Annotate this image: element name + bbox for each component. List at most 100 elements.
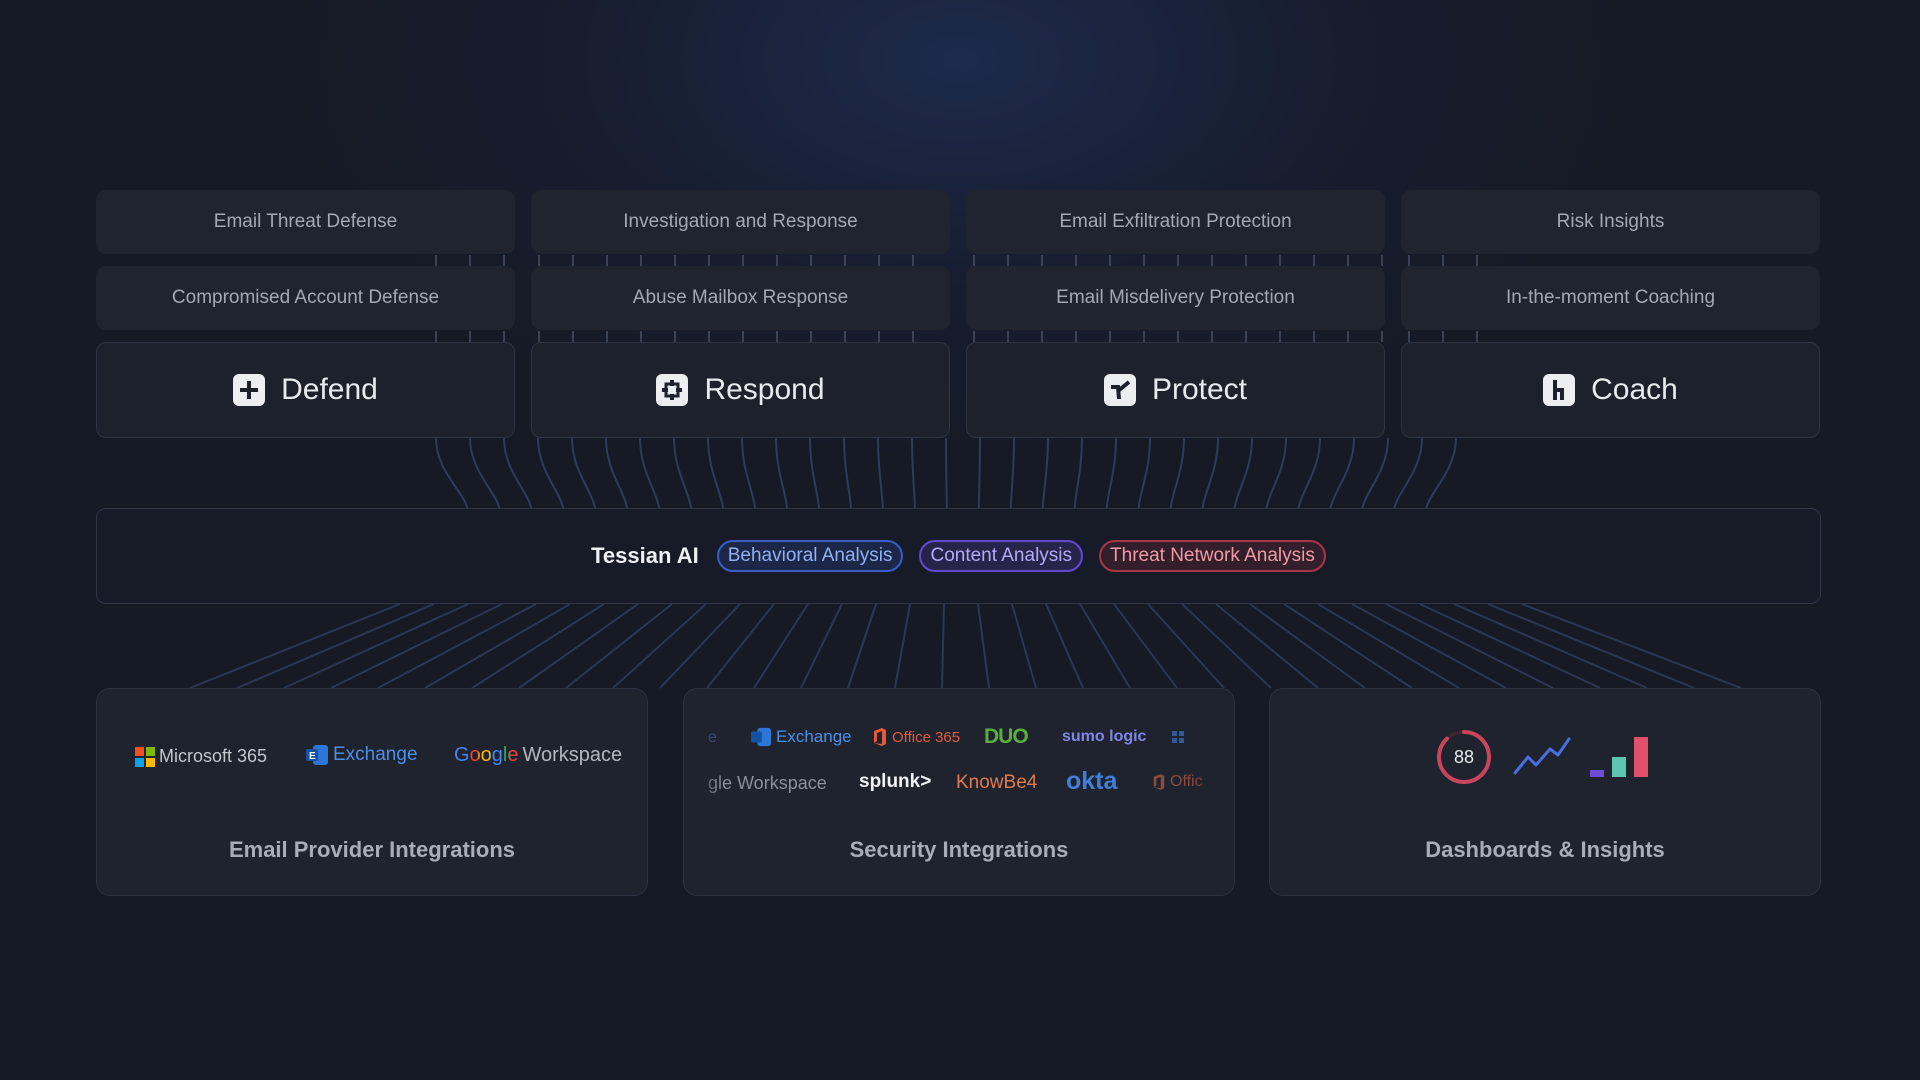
windows-logo-partial [1172, 731, 1184, 743]
logo-text-google: Google [454, 744, 519, 766]
google-workspace-logo: Google Workspace [454, 744, 622, 767]
connector-line [659, 603, 741, 689]
connector-line [1521, 603, 1742, 689]
feature-chip-investigation-and-response[interactable]: Investigation and Response [531, 190, 950, 254]
connector-line [189, 603, 401, 689]
splunk-logo: splunk> [859, 771, 931, 793]
connector-line [877, 437, 884, 509]
chip-label: Email Threat Defense [213, 211, 398, 232]
pillar-label: Protect [1151, 373, 1248, 406]
knowbe4-logo: KnowBe4 [956, 772, 1037, 794]
check-square-icon [1103, 374, 1136, 406]
duo-logo: DUO [984, 725, 1029, 749]
connector-line [1425, 437, 1457, 509]
feature-chip-email-exfiltration-protection[interactable]: Email Exfiltration Protection [966, 190, 1385, 254]
tag-behavioral-analysis[interactable]: Behavioral Analysis [716, 540, 904, 572]
bar-chart-icon [1590, 737, 1648, 777]
pillar-defend[interactable]: Defend [96, 342, 515, 438]
connector-line [283, 603, 469, 689]
connector-line [977, 437, 981, 509]
connector-line [941, 603, 945, 689]
connector-line [1181, 603, 1272, 689]
connector-line [1419, 603, 1601, 689]
connector-line [1045, 603, 1084, 689]
card-email-provider-integrations[interactable]: Microsoft 365 E Exchange Google Workspac… [96, 688, 648, 896]
chip-label: Email Misdelivery Protection [1056, 287, 1295, 308]
connector-line [639, 437, 661, 509]
connector-line [800, 603, 843, 689]
pillar-respond[interactable]: Respond [531, 342, 950, 438]
pillar-coach[interactable]: Coach [1401, 342, 1820, 438]
card-title: Dashboards & Insights [1425, 837, 1665, 862]
windows-icon [1172, 731, 1184, 743]
chip-label: Email Exfiltration Protection [1059, 211, 1292, 232]
score-value: 88 [1454, 747, 1474, 767]
connector-line [1385, 603, 1554, 689]
logo-text: Exchange [333, 744, 418, 765]
connector-line [843, 437, 852, 509]
card-security-integrations[interactable]: e Exchange Office 365 DUO sumo logic gle… [683, 688, 1235, 896]
connector-line [503, 437, 533, 509]
connector-line [753, 603, 809, 689]
logo-text: sumo logic [1062, 728, 1147, 745]
card-title: Email Provider Integrations [228, 837, 516, 862]
connector-line [1073, 437, 1083, 509]
tag-threat-network-analysis[interactable]: Threat Network Analysis [1099, 540, 1326, 572]
connector-line [847, 603, 877, 689]
connector-line [1009, 437, 1015, 509]
connector-line [469, 437, 501, 509]
connector-line [945, 437, 948, 509]
connector-line [673, 437, 693, 509]
connector-line [1105, 437, 1117, 509]
chip-label: Risk Insights [1556, 211, 1665, 232]
connector-line [537, 437, 565, 509]
connector-line [1147, 603, 1225, 689]
windows-icon [135, 746, 155, 767]
feature-chip-email-threat-defense[interactable]: Email Threat Defense [96, 190, 515, 254]
tessian-ai-bar: Tessian AI Behavioral Analysis Content A… [96, 508, 1821, 604]
connector-line [894, 603, 911, 689]
connector-line [707, 437, 725, 509]
branch-square-icon [1543, 374, 1576, 406]
logo-text: okta [1066, 767, 1118, 795]
microsoft-365-logo: Microsoft 365 [135, 746, 267, 767]
logo-text: Office 365 [892, 728, 961, 746]
feature-chip-compromised-account-defense[interactable]: Compromised Account Defense [96, 266, 515, 330]
score-gauge: 88 [1437, 730, 1491, 784]
chip-label: Compromised Account Defense [171, 287, 440, 308]
scroll-fade-left [684, 719, 724, 809]
pillar-protect[interactable]: Protect [966, 342, 1385, 438]
connector-line [571, 437, 597, 509]
trend-line-icon [1513, 737, 1571, 775]
feature-chip-abuse-mailbox-response[interactable]: Abuse Mailbox Response [531, 266, 950, 330]
card-dashboards-insights[interactable]: 88 Dashboards & Insights [1269, 688, 1821, 896]
connector-line [706, 603, 775, 689]
tag-content-analysis[interactable]: Content Analysis [919, 540, 1084, 572]
plus-square-icon [233, 374, 266, 406]
connector-line [236, 603, 435, 689]
connector-line [1393, 437, 1423, 509]
connector-line [612, 603, 707, 689]
connector-line [1041, 437, 1049, 509]
connector-line [1169, 437, 1185, 509]
connector-line [424, 603, 571, 689]
connector-line [911, 437, 916, 509]
feature-chip-risk-insights[interactable]: Risk Insights [1401, 190, 1820, 254]
target-square-icon [656, 374, 689, 406]
logo-text: gle Workspace [708, 773, 827, 793]
feature-chip-email-misdelivery-protection[interactable]: Email Misdelivery Protection [966, 266, 1385, 330]
okta-logo: okta [1066, 767, 1117, 796]
connector-line [377, 603, 537, 689]
logo-text-workspace: Workspace [522, 744, 623, 766]
connector-line [1011, 603, 1037, 689]
connector-line [1201, 437, 1219, 509]
logo-text: Microsoft 365 [159, 746, 268, 766]
connector-line [809, 437, 820, 509]
feature-chip-in-the-moment-coaching[interactable]: In-the-moment Coaching [1401, 266, 1820, 330]
pillar-label: Defend [281, 373, 378, 406]
connector-line [1361, 437, 1389, 509]
chip-label: In-the-moment Coaching [1505, 287, 1716, 308]
exchange-icon: E [306, 745, 328, 765]
card-title: Security Integrations [849, 837, 1069, 862]
office-icon [1153, 774, 1165, 790]
